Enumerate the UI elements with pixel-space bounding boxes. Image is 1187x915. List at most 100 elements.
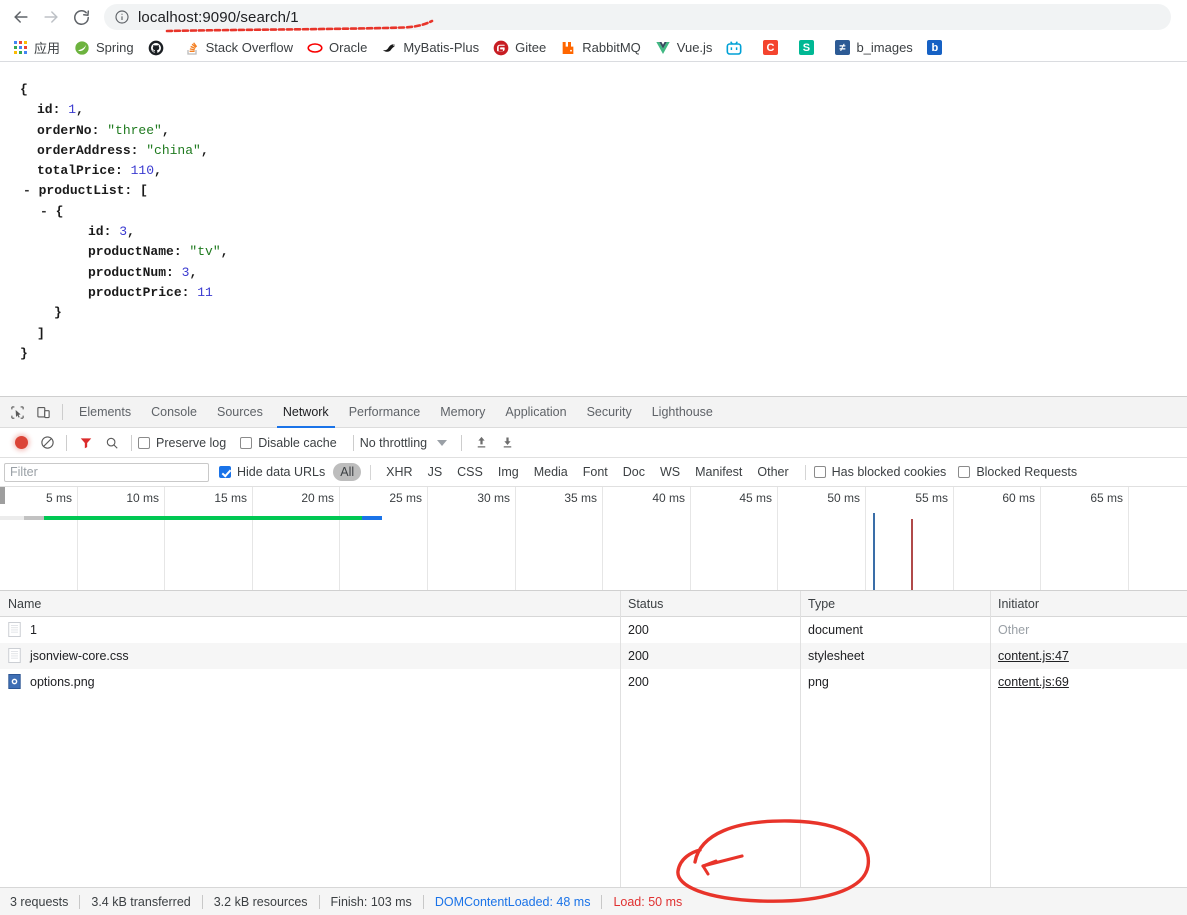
- import-har-icon[interactable]: [468, 430, 494, 456]
- preserve-log-label: Preserve log: [156, 435, 227, 450]
- rabbitmq-icon: [560, 40, 576, 56]
- throttling-dropdown[interactable]: No throttling: [360, 436, 448, 450]
- hide-data-urls-checkbox[interactable]: Hide data URLs: [219, 465, 325, 479]
- bookmark-overflow-last[interactable]: b: [921, 37, 955, 59]
- bookmark-github[interactable]: [142, 37, 176, 59]
- table-row[interactable]: jsonview-core.css 200 stylesheet content…: [0, 643, 1187, 669]
- clear-icon[interactable]: [34, 430, 60, 456]
- device-toolbar-icon[interactable]: [30, 399, 56, 425]
- bookmark-vuejs[interactable]: Vue.js: [649, 37, 719, 59]
- has-blocked-cookies-checkbox[interactable]: Has blocked cookies: [813, 465, 946, 479]
- json-key: totalPrice:: [37, 163, 131, 179]
- json-key: productList:: [38, 183, 141, 199]
- request-initiator-cell[interactable]: content.js:47: [990, 643, 1187, 669]
- network-filter-bar: Hide data URLs All XHR JS CSS Img Media …: [0, 458, 1187, 487]
- json-line: totalPrice: 110,: [0, 161, 1187, 181]
- tab-memory[interactable]: Memory: [430, 397, 495, 428]
- preserve-log-checkbox[interactable]: Preserve log: [138, 436, 226, 450]
- tab-elements[interactable]: Elements: [69, 397, 141, 428]
- request-name-cell[interactable]: options.png: [0, 669, 620, 695]
- tab-performance[interactable]: Performance: [339, 397, 431, 428]
- filter-type-img[interactable]: Img: [491, 463, 526, 481]
- divider: [318, 894, 320, 909]
- json-value: 110: [130, 163, 155, 179]
- column-header-initiator[interactable]: Initiator: [990, 591, 1187, 616]
- inspect-cursor-icon[interactable]: [4, 399, 30, 425]
- network-overview-timeline[interactable]: 5 ms 10 ms 15 ms 20 ms 25 ms 30 ms 35 ms 40 ms 4…: [0, 487, 1187, 591]
- divider: [201, 894, 203, 909]
- table-row[interactable]: 1 200 document Other: [0, 617, 1187, 643]
- bookmark-mybatis-plus[interactable]: MyBatis-Plus: [375, 37, 485, 59]
- json-value: 3: [119, 224, 128, 240]
- filter-type-ws[interactable]: WS: [653, 463, 687, 481]
- blue-slash-icon: ≠: [834, 40, 850, 56]
- initiator-link[interactable]: content.js:69: [998, 675, 1069, 689]
- blocked-requests-checkbox[interactable]: Blocked Requests: [958, 465, 1077, 479]
- bookmark-oracle[interactable]: Oracle: [301, 37, 373, 59]
- bookmark-b-images[interactable]: ≠ b_images: [828, 37, 918, 59]
- bookmark-label: Vue.js: [676, 40, 713, 55]
- table-header-row: Name Status Type Initiator: [0, 591, 1187, 617]
- reload-button[interactable]: [66, 2, 96, 32]
- json-line: {: [0, 80, 1187, 100]
- request-name-cell[interactable]: 1: [0, 617, 620, 643]
- json-collapse-toggle[interactable]: -: [23, 183, 39, 198]
- divider: [804, 464, 806, 480]
- filter-funnel-icon[interactable]: [73, 430, 99, 456]
- request-status: 200: [628, 675, 649, 689]
- tab-sources[interactable]: Sources: [207, 397, 273, 428]
- filter-type-all[interactable]: All: [333, 463, 362, 481]
- bookmark-apps[interactable]: 应用: [6, 37, 66, 59]
- bookmark-spring[interactable]: Spring: [68, 37, 140, 59]
- tab-security[interactable]: Security: [577, 397, 642, 428]
- filter-type-js[interactable]: JS: [421, 463, 450, 481]
- tab-console[interactable]: Console: [141, 397, 207, 428]
- initiator-link[interactable]: content.js:47: [998, 649, 1069, 663]
- json-punctuation: ,: [200, 142, 209, 158]
- table-row[interactable]: options.png 200 png content.js:69: [0, 669, 1187, 695]
- json-punctuation: ,: [189, 264, 198, 280]
- bookmark-bilibili[interactable]: [720, 37, 754, 59]
- json-collapse-toggle[interactable]: -: [40, 204, 56, 219]
- back-button[interactable]: [6, 2, 36, 32]
- address-bar[interactable]: localhost:9090/search/1: [104, 4, 1171, 30]
- record-button-icon[interactable]: [8, 430, 34, 456]
- filter-input[interactable]: [4, 462, 209, 482]
- bookmark-stack-overflow[interactable]: Stack Overflow: [178, 37, 299, 59]
- requests-count: 3 requests: [10, 894, 69, 909]
- filter-type-media[interactable]: Media: [527, 463, 575, 481]
- tab-application[interactable]: Application: [495, 397, 576, 428]
- column-header-name[interactable]: Name: [0, 591, 620, 616]
- site-info-icon[interactable]: [114, 9, 130, 25]
- export-har-icon[interactable]: [494, 430, 520, 456]
- dom-content-loaded-time: DOMContentLoaded: 48 ms: [434, 894, 591, 909]
- bookmark-s[interactable]: S: [792, 37, 826, 59]
- request-initiator-cell[interactable]: content.js:69: [990, 669, 1187, 695]
- search-icon[interactable]: [99, 430, 125, 456]
- filter-type-font[interactable]: Font: [576, 463, 615, 481]
- filter-type-manifest[interactable]: Manifest: [688, 463, 749, 481]
- bookmark-c[interactable]: C: [756, 37, 790, 59]
- load-time: Load: 50 ms: [613, 894, 683, 909]
- spring-leaf-icon: [74, 40, 90, 56]
- filter-type-xhr[interactable]: XHR: [379, 463, 419, 481]
- bookmark-rabbitmq[interactable]: RabbitMQ: [554, 37, 647, 59]
- forward-button[interactable]: [36, 2, 66, 32]
- browser-chrome: localhost:9090/search/1 应用 Spring Stack …: [0, 0, 1187, 62]
- json-viewer-content: {id: 1, orderNo: "three", orderAddress: "c…: [0, 62, 1187, 392]
- column-header-type[interactable]: Type: [800, 591, 990, 616]
- filter-type-other[interactable]: Other: [750, 463, 795, 481]
- overview-tick-line: [865, 487, 866, 590]
- disable-cache-checkbox[interactable]: Disable cache: [240, 436, 337, 450]
- request-name-cell[interactable]: jsonview-core.css: [0, 643, 620, 669]
- tab-lighthouse[interactable]: Lighthouse: [642, 397, 723, 428]
- column-header-status[interactable]: Status: [620, 591, 800, 616]
- request-name: 1: [30, 623, 37, 637]
- checkbox-box: [219, 466, 231, 478]
- overview-tick-line: [339, 487, 340, 590]
- filter-type-doc[interactable]: Doc: [616, 463, 652, 481]
- request-type: png: [808, 675, 829, 689]
- bookmark-gitee[interactable]: Gitee: [487, 37, 552, 59]
- tab-network[interactable]: Network: [273, 397, 339, 428]
- filter-type-css[interactable]: CSS: [450, 463, 490, 481]
